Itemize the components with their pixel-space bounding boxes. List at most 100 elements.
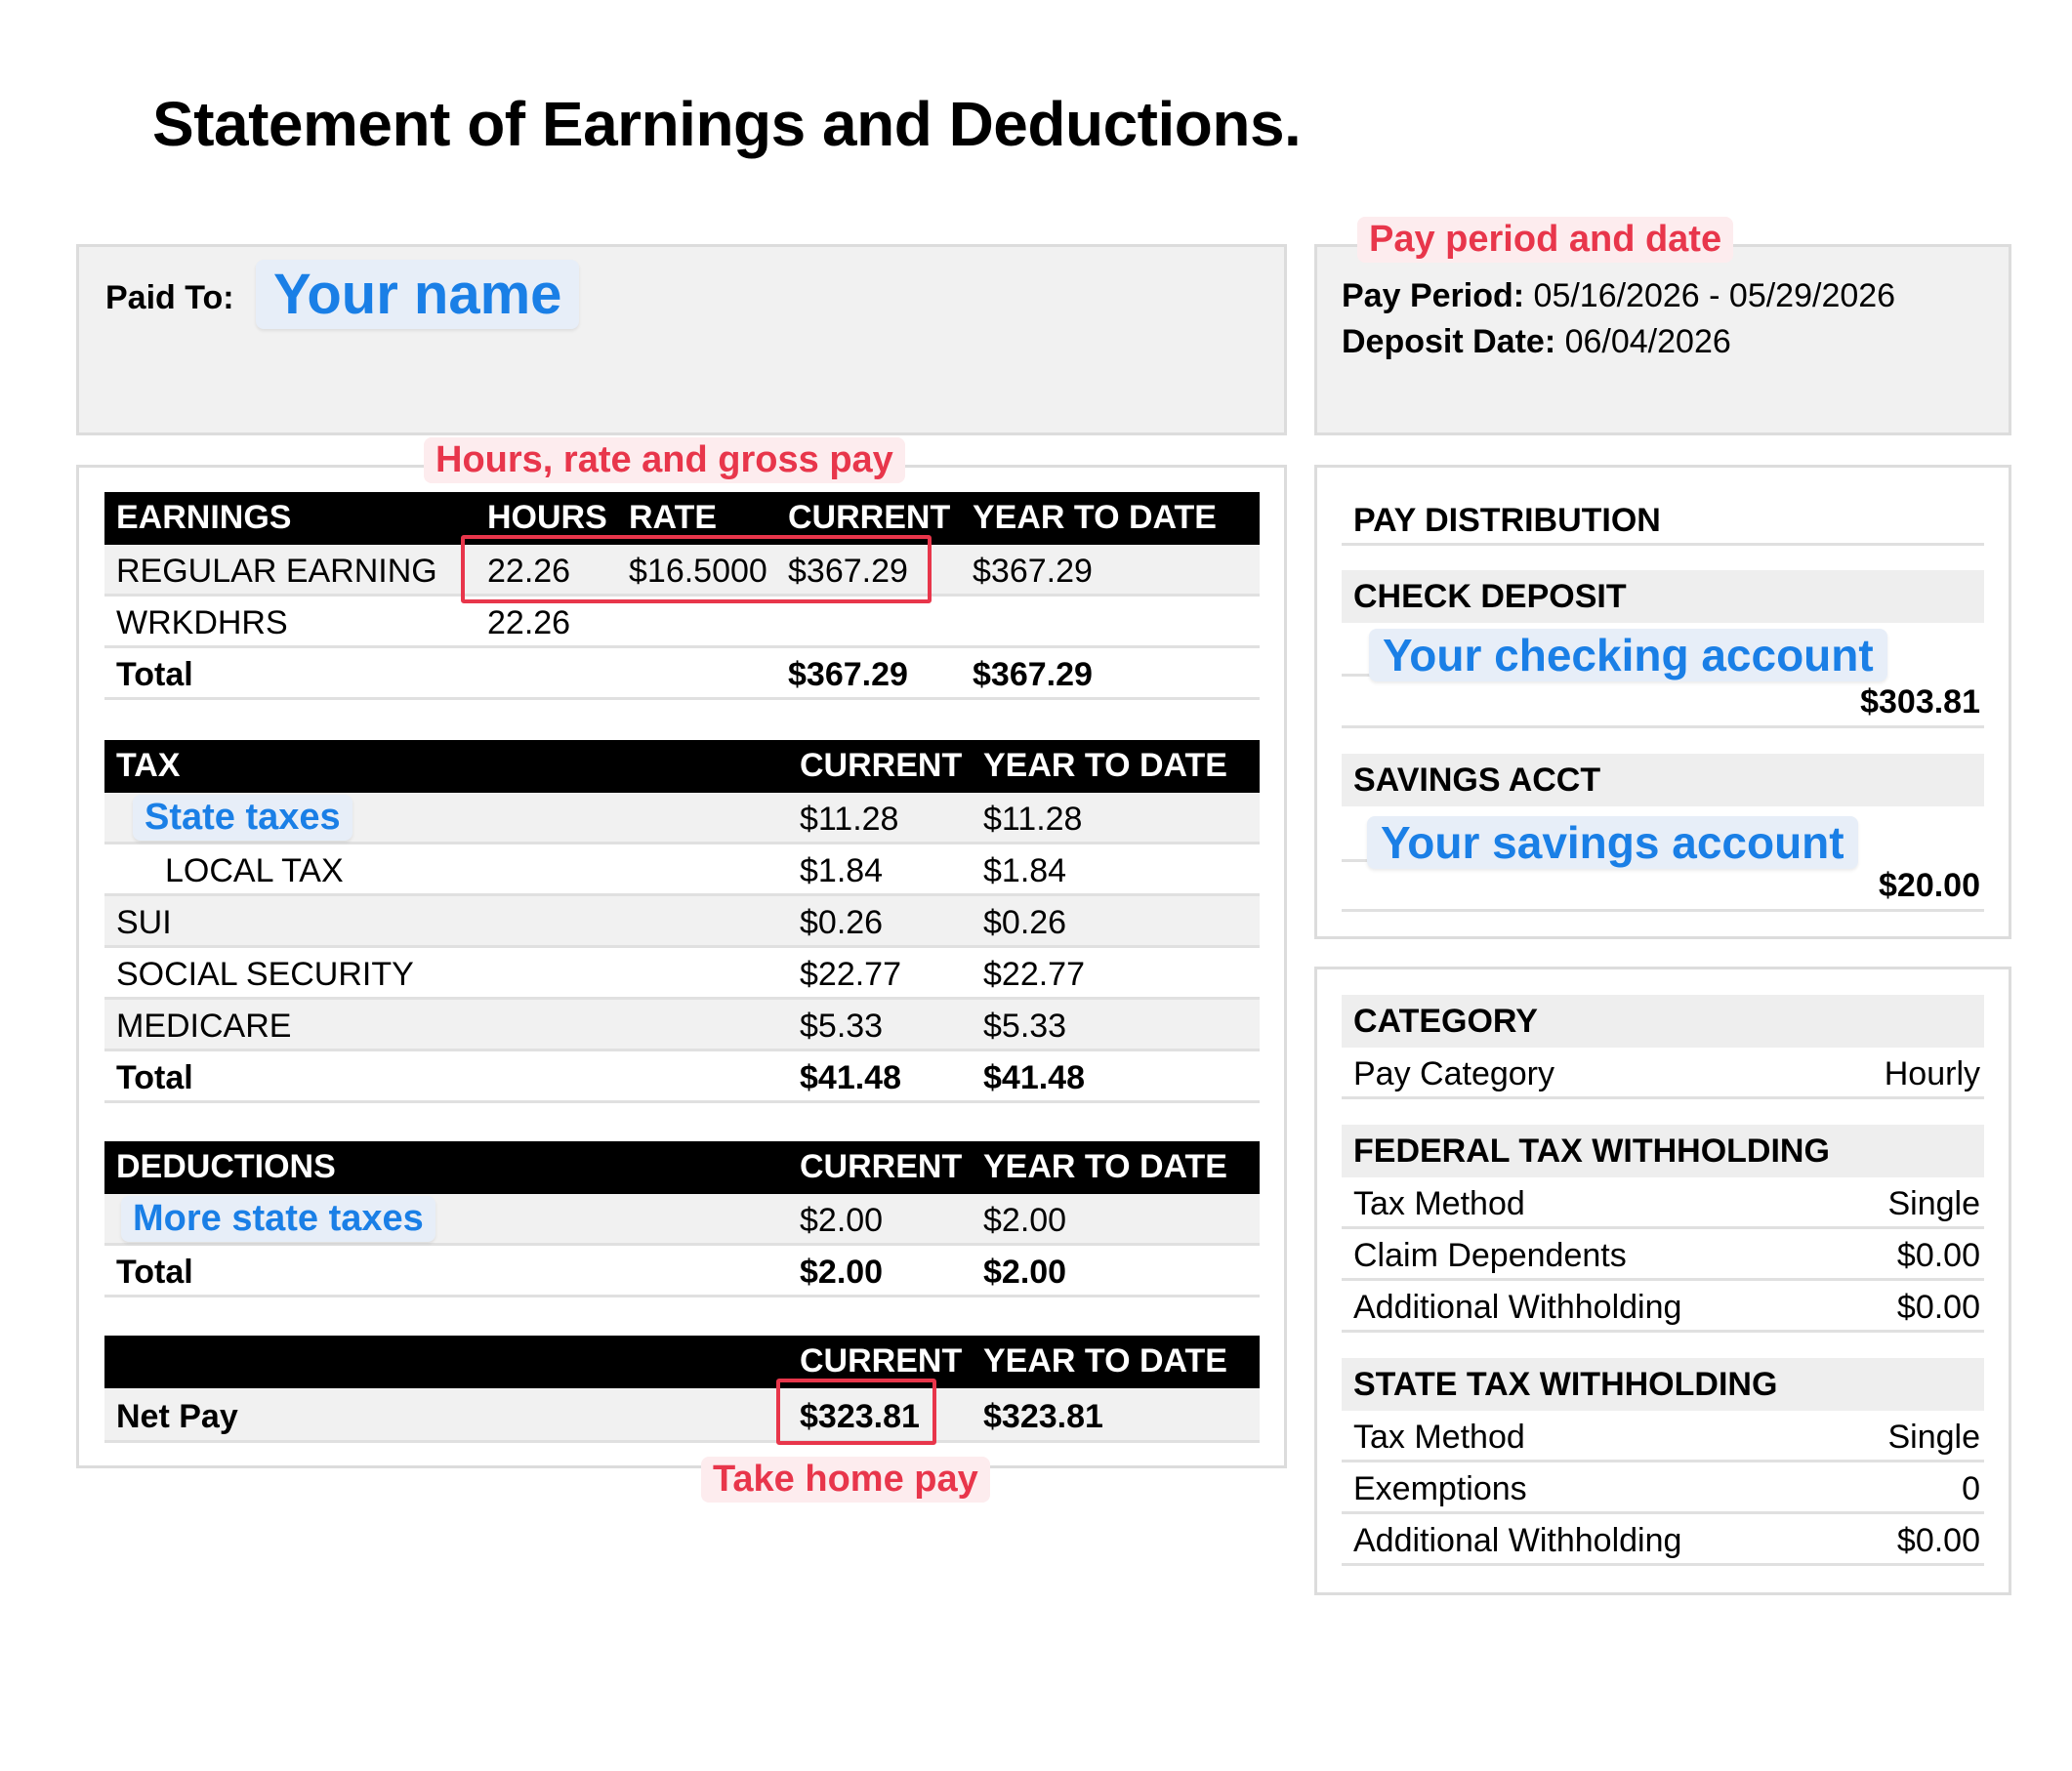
- net-pay-col-current: CURRENT: [800, 1342, 963, 1380]
- tax-col-label: TAX: [116, 747, 181, 784]
- table-row: Pay Category Hourly: [1342, 1048, 1984, 1099]
- earnings-row-hours: 22.26: [487, 604, 571, 641]
- paid-to-label: Paid To:: [105, 279, 234, 316]
- net-pay-header: CURRENT YEAR TO DATE: [104, 1336, 1260, 1388]
- tax-col-ytd: YEAR TO DATE: [983, 747, 1227, 784]
- tax-row-ytd: $1.84: [983, 852, 1067, 889]
- pay-period-line: Pay Period: 05/16/2026 - 05/29/2026: [1342, 277, 1895, 315]
- state-row-label: Exemptions: [1353, 1470, 1527, 1507]
- pay-period-label: Pay Period:: [1342, 277, 1525, 314]
- earnings-total-row: Total $367.29 $367.29: [104, 648, 1260, 700]
- table-row: Additional Withholding $0.00: [1342, 1514, 1984, 1566]
- deposit-date-line: Deposit Date: 06/04/2026: [1342, 323, 1731, 361]
- deductions-col-ytd: YEAR TO DATE: [983, 1148, 1227, 1185]
- tax-row-current: $11.28: [800, 801, 899, 838]
- state-row-value: 0: [1962, 1470, 1980, 1507]
- table-row: Tax Method Single: [1342, 1177, 1984, 1229]
- category-row-label: Pay Category: [1353, 1055, 1554, 1092]
- table-row: Claim Dependents $0.00: [1342, 1229, 1984, 1281]
- tax-total-row: Total $41.48 $41.48: [104, 1051, 1260, 1103]
- earnings-row-label: WRKDHRS: [116, 604, 288, 641]
- state-taxes-label: State taxes: [133, 795, 352, 841]
- deductions-total-current: $2.00: [800, 1254, 884, 1291]
- tax-row-current: $1.84: [800, 852, 884, 889]
- earnings-total-label: Total: [116, 656, 193, 693]
- federal-row-value: $0.00: [1896, 1237, 1980, 1274]
- deductions-row-ytd: $2.00: [983, 1202, 1067, 1239]
- tax-row-label: LOCAL TAX: [165, 852, 344, 889]
- pay-distribution-title-row: PAY DISTRIBUTION: [1342, 494, 1984, 546]
- state-row-value: $0.00: [1896, 1522, 1980, 1559]
- net-pay-label: Net Pay: [116, 1398, 238, 1435]
- deductions-total-row: Total $2.00 $2.00: [104, 1246, 1260, 1297]
- net-pay-row: Net Pay $323.81 $323.81: [104, 1388, 1260, 1443]
- earnings-row-label: REGULAR EARNING: [116, 553, 437, 590]
- earnings-row-ytd: $367.29: [973, 553, 1093, 590]
- federal-row-label: Additional Withholding: [1353, 1289, 1682, 1326]
- state-row-label: Additional Withholding: [1353, 1522, 1682, 1559]
- tax-row-current: $0.26: [800, 904, 884, 941]
- category-header: CATEGORY: [1342, 995, 1984, 1048]
- page-title: Statement of Earnings and Deductions.: [152, 89, 1302, 159]
- category-label: CATEGORY: [1353, 1003, 1538, 1040]
- check-deposit-label: CHECK DEPOSIT: [1353, 578, 1627, 615]
- tax-row-label: SOCIAL SECURITY: [116, 956, 414, 993]
- net-pay-col-ytd: YEAR TO DATE: [983, 1342, 1227, 1380]
- table-row: Additional Withholding $0.00: [1342, 1281, 1984, 1333]
- earnings-total-ytd: $367.29: [973, 656, 1093, 693]
- tax-row-label: SUI: [116, 904, 172, 941]
- more-state-taxes-label: More state taxes: [121, 1196, 435, 1242]
- savings-acct-header: SAVINGS ACCT: [1342, 754, 1984, 806]
- category-row-value: Hourly: [1884, 1055, 1980, 1092]
- earnings-col-ytd: YEAR TO DATE: [973, 499, 1217, 536]
- table-row: LOCAL TAX $1.84 $1.84: [104, 844, 1260, 896]
- earnings-col-current: CURRENT: [788, 499, 951, 536]
- earnings-col-hours: HOURS: [487, 499, 607, 536]
- tax-total-ytd: $41.48: [983, 1059, 1085, 1096]
- tax-row-current: $22.77: [800, 956, 901, 993]
- federal-label: FEDERAL TAX WITHHOLDING: [1353, 1133, 1830, 1170]
- table-row: SOCIAL SECURITY $22.77 $22.77: [104, 948, 1260, 1000]
- deposit-date-label: Deposit Date:: [1342, 323, 1556, 360]
- earnings-total-current: $367.29: [788, 656, 908, 693]
- deductions-total-ytd: $2.00: [983, 1254, 1067, 1291]
- federal-row-value: Single: [1887, 1185, 1980, 1222]
- net-pay-highlight-box: [776, 1379, 936, 1445]
- savings-amount: $20.00: [1879, 867, 1980, 904]
- table-row: SUI $0.26 $0.26: [104, 896, 1260, 948]
- deductions-header: DEDUCTIONS CURRENT YEAR TO DATE: [104, 1141, 1260, 1194]
- earnings-col-label: EARNINGS: [116, 499, 292, 536]
- checking-account-name: Your checking account: [1369, 629, 1887, 681]
- state-header: STATE TAX WITHHOLDING: [1342, 1358, 1984, 1411]
- tax-row-current: $5.33: [800, 1008, 884, 1045]
- tax-col-current: CURRENT: [800, 747, 963, 784]
- federal-row-label: Tax Method: [1353, 1185, 1525, 1222]
- savings-amount-row: $20.00: [1342, 863, 1984, 912]
- tax-row-ytd: $22.77: [983, 956, 1085, 993]
- tax-row-ytd: $5.33: [983, 1008, 1067, 1045]
- earnings-callout: Hours, rate and gross pay: [424, 437, 905, 483]
- federal-row-value: $0.00: [1896, 1289, 1980, 1326]
- federal-row-label: Claim Dependents: [1353, 1237, 1627, 1274]
- federal-header: FEDERAL TAX WITHHOLDING: [1342, 1125, 1984, 1177]
- deductions-total-label: Total: [116, 1254, 193, 1291]
- tax-total-label: Total: [116, 1059, 193, 1096]
- check-deposit-header: CHECK DEPOSIT: [1342, 570, 1984, 623]
- tax-row-ytd: $0.26: [983, 904, 1067, 941]
- take-home-callout: Take home pay: [701, 1457, 990, 1503]
- tax-row-label: MEDICARE: [116, 1008, 292, 1045]
- pay-distribution-title: PAY DISTRIBUTION: [1353, 502, 1661, 539]
- state-row-label: Tax Method: [1353, 1419, 1525, 1456]
- table-row: Exemptions 0: [1342, 1462, 1984, 1514]
- check-deposit-amount: $303.81: [1860, 683, 1980, 721]
- deductions-row-current: $2.00: [800, 1202, 884, 1239]
- savings-acct-label: SAVINGS ACCT: [1353, 762, 1601, 799]
- state-row-value: Single: [1887, 1419, 1980, 1456]
- earnings-highlight-box: [461, 535, 932, 603]
- deductions-col-label: DEDUCTIONS: [116, 1148, 336, 1185]
- pay-period-callout: Pay period and date: [1357, 217, 1734, 263]
- deposit-date-value: 06/04/2026: [1564, 323, 1731, 360]
- savings-account-name: Your savings account: [1367, 816, 1858, 869]
- check-deposit-amount-row: $303.81: [1342, 680, 1984, 728]
- paid-to-name: Your name: [256, 260, 580, 329]
